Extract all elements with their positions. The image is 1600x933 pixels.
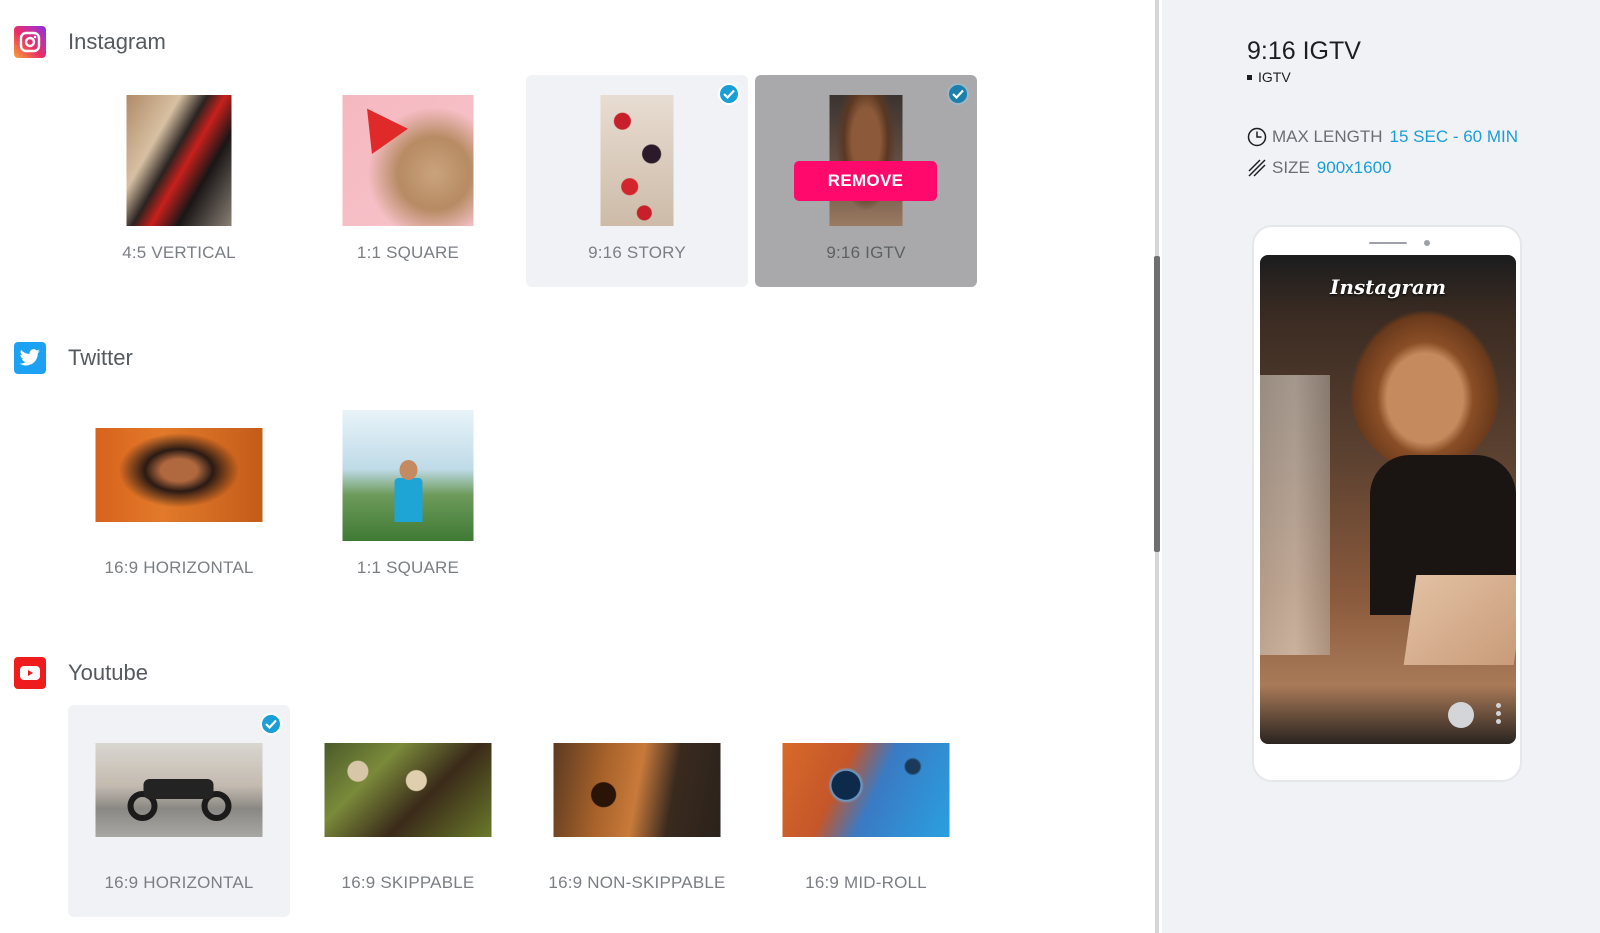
- format-label: 16:9 MID-ROLL: [805, 873, 927, 892]
- thumbnail-image: [342, 410, 474, 541]
- selected-check-icon[interactable]: [718, 83, 740, 105]
- preview-laptop: [1403, 575, 1516, 665]
- app: Instagram 4:5 VERTICAL 1:1 SQUARE 9:16 S…: [0, 0, 1600, 933]
- format-detail-panel: 9:16 IGTV IGTV MAX LENGTH 15 SEC - 60 MI…: [1162, 0, 1600, 933]
- format-card-1-1-square[interactable]: 1:1 SQUARE: [297, 75, 519, 287]
- format-label: 16:9 HORIZONTAL: [104, 873, 254, 892]
- format-label: 16:9 HORIZONTAL: [104, 558, 254, 577]
- format-card-1-1-square[interactable]: 1:1 SQUARE: [297, 390, 519, 602]
- format-card-16-9-horizontal[interactable]: 16:9 HORIZONTAL: [68, 705, 290, 917]
- format-card-16-9-non-skippable[interactable]: 16:9 NON-SKIPPABLE: [526, 705, 748, 917]
- thumbnail-image: [95, 428, 263, 522]
- thumbnail-image: [600, 95, 674, 226]
- size-spec: SIZE 900x1600: [1247, 158, 1391, 178]
- instagram-wordmark: Instagram: [1330, 275, 1446, 299]
- format-label: 16:9 SKIPPABLE: [341, 873, 475, 892]
- thumbnail-image: [126, 95, 232, 226]
- selected-check-icon[interactable]: [947, 83, 969, 105]
- resize-icon: [1248, 159, 1266, 177]
- record-button[interactable]: [1448, 702, 1474, 728]
- thumbnail-image: [782, 743, 950, 837]
- format-label: 4:5 VERTICAL: [122, 243, 236, 262]
- selected-check-icon[interactable]: [260, 713, 282, 735]
- section-title: Twitter: [68, 345, 133, 370]
- format-label: 9:16 STORY: [588, 243, 686, 262]
- format-card-16-9-horizontal[interactable]: 16:9 HORIZONTAL: [68, 390, 290, 602]
- twitter-icon: [14, 342, 46, 374]
- phone-preview: Instagram: [1252, 225, 1522, 782]
- format-label: 1:1 SQUARE: [356, 243, 460, 262]
- detail-platform: IGTV: [1247, 69, 1291, 85]
- preview-screen: Instagram: [1260, 255, 1516, 744]
- size-value: 900x1600: [1316, 158, 1392, 177]
- format-card-16-9-mid-roll[interactable]: 16:9 MID-ROLL: [755, 705, 977, 917]
- thumbnail-image: [342, 95, 474, 226]
- format-label: 9:16 IGTV: [826, 243, 906, 262]
- detail-platform-label: IGTV: [1258, 69, 1291, 85]
- clock-icon: [1247, 127, 1267, 147]
- format-card-16-9-skippable[interactable]: 16:9 SKIPPABLE: [297, 705, 519, 917]
- format-card-4-5-vertical[interactable]: 4:5 VERTICAL: [68, 75, 290, 287]
- format-picker: Instagram 4:5 VERTICAL 1:1 SQUARE 9:16 S…: [0, 0, 1158, 933]
- preview-background-clothes: [1260, 375, 1330, 655]
- phone-camera: [1424, 240, 1430, 246]
- max-length-spec: MAX LENGTH 15 SEC - 60 MIN: [1247, 127, 1518, 147]
- scrollbar-thumb[interactable]: [1154, 256, 1160, 552]
- youtube-icon: [14, 657, 46, 689]
- section-title: Instagram: [68, 29, 166, 54]
- format-card-9-16-igtv[interactable]: REMOVE 9:16 IGTV: [755, 75, 977, 287]
- phone-speaker: [1369, 242, 1407, 244]
- bullet-icon: [1247, 74, 1252, 80]
- thumbnail-image: [95, 743, 263, 837]
- preview-subject: [1350, 310, 1500, 470]
- size-label: SIZE: [1272, 158, 1310, 177]
- thumbnail-image: [553, 743, 721, 837]
- section-title: Youtube: [68, 660, 148, 685]
- max-length-value: 15 SEC - 60 MIN: [1389, 127, 1519, 146]
- section-header-instagram: Instagram: [14, 26, 166, 58]
- instagram-icon: [14, 26, 46, 58]
- remove-button[interactable]: REMOVE: [794, 161, 937, 201]
- thumbnail-image: [324, 743, 492, 837]
- max-length-label: MAX LENGTH: [1272, 127, 1383, 146]
- format-card-9-16-story[interactable]: 9:16 STORY: [526, 75, 748, 287]
- section-header-youtube: Youtube: [14, 657, 148, 689]
- detail-title: 9:16 IGTV: [1247, 37, 1361, 65]
- section-header-twitter: Twitter: [14, 342, 133, 374]
- format-label: 1:1 SQUARE: [356, 558, 460, 577]
- format-label: 16:9 NON-SKIPPABLE: [548, 873, 726, 892]
- more-options-icon[interactable]: [1496, 703, 1502, 727]
